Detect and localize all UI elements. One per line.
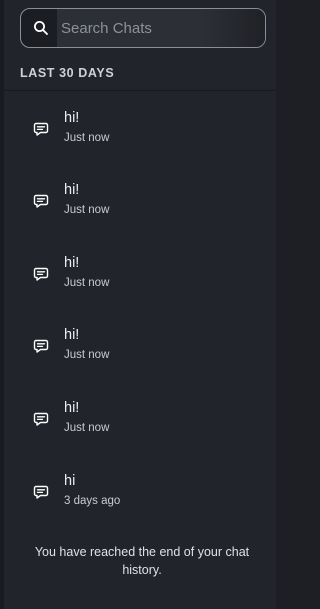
chat-timestamp: 3 days ago	[64, 495, 121, 507]
chat-bubble-icon	[33, 194, 49, 208]
chat-history-item[interactable]: hi 3 days ago	[4, 473, 276, 533]
search-icon	[34, 21, 48, 35]
chat-title: hi	[64, 473, 76, 489]
chat-bubble-icon	[33, 485, 49, 499]
chat-title: hi!	[64, 327, 80, 343]
search-input[interactable]	[61, 9, 251, 47]
chat-title: hi!	[64, 110, 80, 126]
chat-timestamp: Just now	[64, 204, 110, 216]
chat-bubble-icon	[33, 339, 49, 353]
chat-history-item[interactable]: hi! Just now	[4, 255, 276, 315]
chat-history-item[interactable]: hi! Just now	[4, 110, 276, 170]
divider	[4, 90, 276, 91]
chat-title: hi!	[64, 255, 80, 271]
chat-title: hi!	[64, 400, 80, 416]
section-header-last-30-days: LAST 30 DAYS	[20, 66, 115, 80]
chat-bubble-icon	[33, 122, 49, 136]
chat-bubble-icon	[33, 267, 49, 281]
chat-title: hi!	[64, 182, 80, 198]
chat-history-sidebar: LAST 30 DAYS hi! Just now hi! Just now h…	[0, 0, 276, 609]
chat-history-item[interactable]: hi! Just now	[4, 400, 276, 460]
chat-timestamp: Just now	[64, 277, 110, 289]
end-of-history-message: You have reached the end of your chat hi…	[34, 545, 250, 577]
chat-timestamp: Just now	[64, 422, 110, 434]
chat-history-item[interactable]: hi! Just now	[4, 327, 276, 387]
chat-bubble-icon	[33, 412, 49, 426]
chat-history-item[interactable]: hi! Just now	[4, 182, 276, 242]
chat-timestamp: Just now	[64, 132, 110, 144]
chat-timestamp: Just now	[64, 349, 110, 361]
search-box[interactable]	[20, 8, 266, 48]
